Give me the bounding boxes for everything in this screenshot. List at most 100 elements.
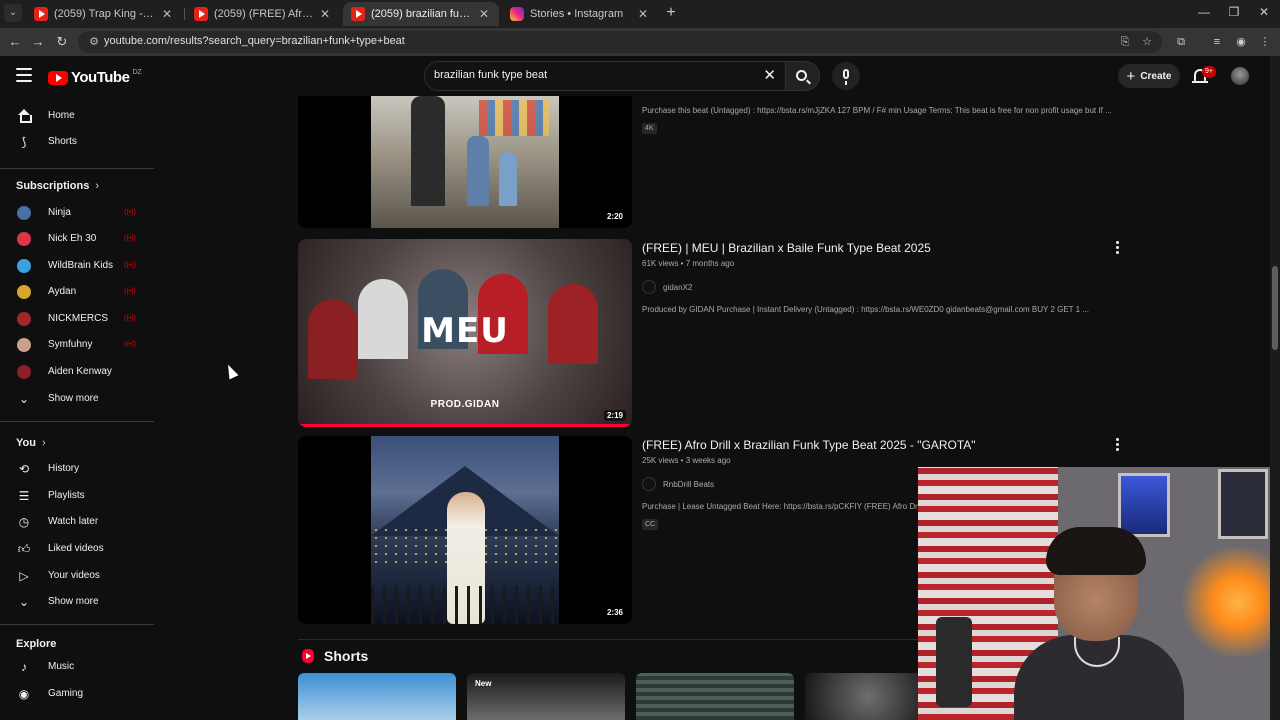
forward-icon[interactable]: → [29, 33, 47, 51]
video-result[interactable]: MEU PROD.GIDAN 2:19 (FREE) | MEU | Brazi… [298, 239, 1270, 427]
youtube-icon [194, 7, 208, 21]
more-actions-icon[interactable] [1116, 241, 1120, 256]
video-thumbnail[interactable]: MEU PROD.GIDAN 2:19 [298, 239, 632, 427]
explore-heading: Explore [16, 638, 56, 650]
close-tab-icon[interactable]: ✕ [160, 7, 174, 21]
url-text[interactable]: youtube.com/results?search_query=brazili… [104, 35, 405, 47]
short-card[interactable]: New [467, 673, 625, 720]
sidebar-show-more-you[interactable]: ⌄ Show more [0, 589, 154, 615]
browser-tab-strip: ⌄ (2059) Trap King - Ragnar Lothbrok ✕ (… [0, 0, 1280, 28]
site-info-icon[interactable]: ⚙ [86, 34, 102, 50]
sidebar-item-music[interactable]: ♪ Music [0, 654, 154, 680]
sidebar-item-subscription[interactable]: Symfuhny ((•)) [0, 332, 154, 358]
subscriptions-heading[interactable]: Subscriptions › [16, 180, 99, 192]
video-thumbnail[interactable]: 2:20 [298, 96, 632, 228]
sidebar-item-history[interactable]: ⟲ History [0, 456, 154, 482]
gaming-icon: ◉ [18, 687, 30, 701]
sidebar-item-shorts[interactable]: ⟆ Shorts [0, 129, 154, 155]
sidebar-item-subscription[interactable]: Aydan ((•)) [0, 279, 154, 305]
sidebar-item-label: Ninja [48, 207, 71, 218]
video-title[interactable]: (FREE) Afro Drill x Brazilian Funk Type … [642, 438, 976, 452]
restore-icon[interactable]: ❐ [1224, 5, 1244, 19]
sidebar-show-more-subscriptions[interactable]: ⌄ Show more [0, 386, 154, 412]
video-duration: 2:19 [603, 410, 626, 421]
close-window-icon[interactable]: ✕ [1254, 5, 1274, 19]
close-tab-icon[interactable]: ✕ [636, 7, 650, 21]
sidebar-item-label: Aydan [48, 286, 77, 297]
video-result[interactable]: 2:20 Purchase this beat (Untagged) : htt… [298, 96, 1270, 228]
shorts-icon [302, 649, 314, 663]
video-description: Purchase | Lease Untagged Beat Here: htt… [642, 502, 924, 511]
sidebar-divider [0, 168, 154, 169]
minimize-icon[interactable]: — [1194, 5, 1214, 19]
tab-search-chevron-icon[interactable]: ⌄ [4, 4, 22, 22]
sidebar-item-subscription[interactable]: NICKMERCS ((•)) [0, 306, 154, 332]
channel-avatar [642, 477, 656, 491]
browser-tab-trap-king[interactable]: (2059) Trap King - Ragnar Lothbrok ✕ [26, 2, 182, 26]
voice-search-button[interactable] [832, 62, 860, 90]
sidebar-item-subscription[interactable]: Nick Eh 30 ((•)) [0, 226, 154, 252]
thumbs-up-icon: 👍︎ [17, 542, 31, 556]
new-tab-icon[interactable]: + [662, 4, 680, 22]
chevron-right-icon: › [95, 180, 100, 192]
video-duration: 2:20 [603, 211, 626, 222]
sidebar-item-gaming[interactable]: ◉ Gaming [0, 681, 154, 707]
clear-search-icon[interactable]: ✕ [763, 68, 776, 84]
sidebar-item-watch-later[interactable]: ◷ Watch later [0, 509, 154, 535]
microphone-icon [843, 69, 849, 85]
create-label: Create [1140, 70, 1172, 82]
live-icon: ((•)) [124, 262, 136, 269]
media-controls-icon[interactable]: ≡ [1208, 33, 1226, 51]
search-button[interactable] [786, 61, 820, 91]
menu-hamburger-icon[interactable] [16, 68, 32, 82]
sidebar-item-label: NICKMERCS [48, 313, 109, 324]
browser-tab-afro-type[interactable]: (2059) (FREE) Afro Type x Omah Lay ✕ [186, 2, 340, 26]
sidebar-divider [0, 421, 154, 422]
bookmark-star-icon[interactable]: ☆ [1138, 33, 1156, 51]
thumbnail-image: MEU PROD.GIDAN [298, 239, 632, 427]
live-icon: ((•)) [124, 235, 136, 242]
account-avatar[interactable] [1231, 67, 1249, 85]
youtube-logo[interactable]: YouTube DZ [48, 69, 142, 86]
sidebar-item-subscription[interactable]: Ninja ((•)) [0, 200, 154, 226]
sidebar-item-liked-videos[interactable]: 👍︎ Liked videos [0, 536, 154, 562]
close-tab-icon[interactable]: ✕ [318, 7, 332, 21]
you-heading[interactable]: You › [16, 437, 46, 449]
channel-avatar [17, 206, 31, 220]
short-card[interactable] [298, 673, 456, 720]
page-scrollbar[interactable] [1270, 56, 1280, 720]
browser-tab-instagram[interactable]: Stories • Instagram ✕ [502, 2, 658, 26]
scrollbar-thumb[interactable] [1272, 266, 1278, 350]
install-app-icon[interactable]: ⎘ [1116, 33, 1134, 51]
sidebar-item-playlists[interactable]: ☰ Playlists [0, 483, 154, 509]
profile-icon[interactable]: ◉ [1232, 33, 1250, 51]
create-button[interactable]: + Create [1118, 64, 1180, 88]
more-actions-icon[interactable] [1116, 438, 1120, 453]
sidebar-item-home[interactable]: Home [0, 103, 154, 129]
sidebar-item-subscription[interactable]: Aiden Kenway [0, 359, 154, 385]
short-card[interactable] [636, 673, 794, 720]
channel-name: gidanX2 [663, 282, 693, 292]
video-icon: ▷ [19, 569, 29, 583]
search-input[interactable] [434, 69, 754, 81]
you-heading-label: You [16, 437, 36, 449]
sidebar-item-label: Aiden Kenway [48, 366, 112, 377]
sidebar-item-subscription[interactable]: WildBrain Kids ((•)) [0, 253, 154, 279]
reload-icon[interactable]: ↻ [53, 33, 71, 51]
address-bar[interactable]: ⚙ youtube.com/results?search_query=brazi… [78, 31, 1162, 53]
extensions-icon[interactable]: ⧉ [1172, 33, 1190, 51]
browser-tab-brazilian-funk[interactable]: (2059) brazilian funk type beat ✕ [343, 2, 499, 26]
playlists-icon: ☰ [18, 489, 30, 503]
video-thumbnail[interactable]: 2:36 [298, 436, 632, 624]
video-meta: 61K views • 7 months ago [642, 259, 735, 268]
channel-link[interactable]: RnbDrill Beats [642, 477, 714, 491]
browser-menu-icon[interactable]: ⋮ [1256, 33, 1274, 51]
back-icon[interactable]: ← [6, 33, 24, 51]
browser-toolbar: ← → ↻ ⚙ youtube.com/results?search_query… [0, 28, 1280, 56]
video-title[interactable]: (FREE) | MEU | Brazilian x Baile Funk Ty… [642, 241, 931, 255]
channel-link[interactable]: gidanX2 [642, 280, 692, 294]
close-tab-icon[interactable]: ✕ [477, 7, 491, 21]
channel-avatar [17, 232, 31, 246]
explore-heading-label: Explore [16, 638, 57, 650]
sidebar-item-your-videos[interactable]: ▷ Your videos [0, 563, 154, 589]
